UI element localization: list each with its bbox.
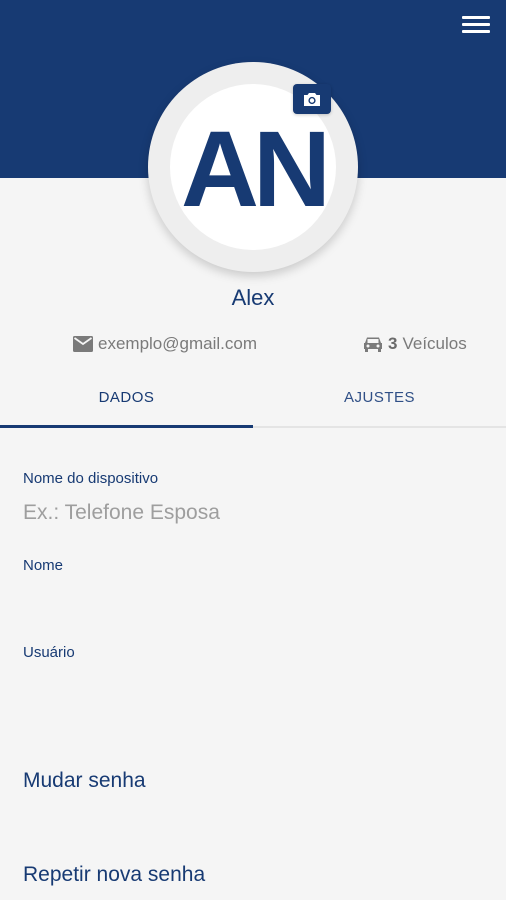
user-name: Alex	[231, 285, 275, 310]
username-input[interactable]	[23, 671, 483, 703]
avatar-initials: AN	[181, 107, 331, 229]
email-text: exemplo@gmail.com	[98, 334, 257, 353]
repeat-password-link[interactable]: Repetir nova senha	[23, 863, 205, 887]
vehicles-count: 3	[388, 334, 398, 353]
email-info: exemplo@gmail.com	[73, 332, 257, 356]
tab-bar: DADOS AJUSTES	[0, 370, 506, 428]
device-name-label: Nome do dispositivo	[23, 470, 159, 487]
device-name-input[interactable]	[23, 497, 483, 529]
vehicles-label: Veículos	[402, 334, 467, 353]
tab-ajustes[interactable]: AJUSTES	[253, 370, 506, 425]
change-photo-button[interactable]	[293, 84, 331, 114]
active-tab-indicator	[0, 425, 253, 428]
envelope-icon	[73, 336, 93, 352]
username-label: Usuário	[23, 644, 75, 661]
car-icon	[364, 337, 382, 352]
tab-dados[interactable]: DADOS	[0, 370, 253, 425]
hamburger-menu-icon	[462, 16, 490, 33]
camera-icon	[304, 92, 320, 106]
change-password-link[interactable]: Mudar senha	[23, 769, 146, 793]
menu-button[interactable]	[462, 16, 490, 40]
name-input[interactable]	[23, 584, 483, 616]
tab-divider	[253, 426, 506, 428]
vehicles-info[interactable]: 3 Veículos	[363, 332, 467, 356]
name-label: Nome	[23, 557, 64, 574]
